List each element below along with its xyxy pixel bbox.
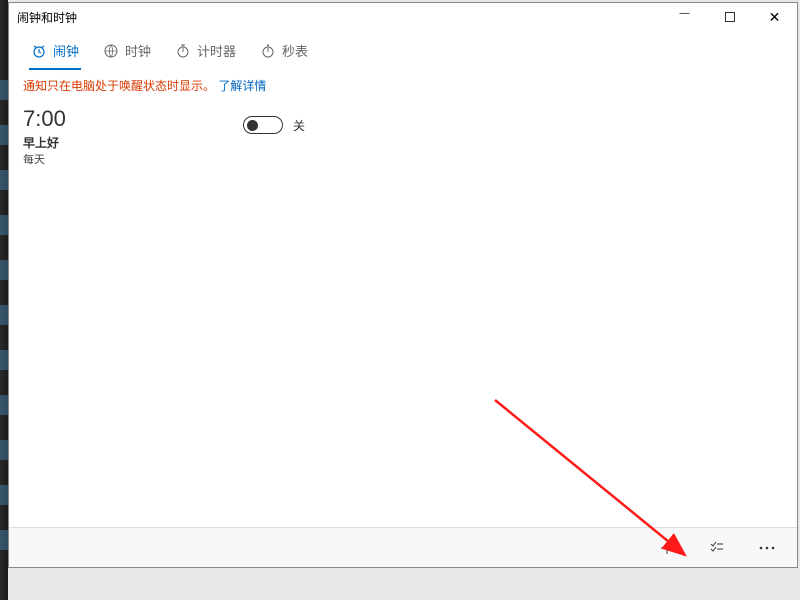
plus-icon bbox=[658, 539, 676, 557]
tab-stopwatch[interactable]: 秒表 bbox=[248, 31, 320, 70]
toggle-label: 关 bbox=[293, 117, 305, 134]
timer-icon bbox=[175, 43, 191, 59]
notice-bar: 通知只在电脑处于唤醒状态时显示。 了解详情 bbox=[9, 71, 797, 100]
select-icon bbox=[708, 539, 726, 557]
tab-label: 时钟 bbox=[125, 41, 151, 60]
tab-alarm[interactable]: 闹钟 bbox=[19, 31, 91, 70]
close-button[interactable]: ✕ bbox=[752, 3, 797, 31]
add-button[interactable] bbox=[651, 532, 683, 564]
alarm-repeat: 每天 bbox=[23, 151, 243, 167]
tab-clock[interactable]: 时钟 bbox=[91, 31, 163, 70]
alarm-icon bbox=[31, 43, 47, 59]
app-window: 闹钟和时钟 — ✕ 闹钟 时钟 计时器 bbox=[8, 2, 798, 568]
window-title: 闹钟和时钟 bbox=[17, 9, 662, 26]
minimize-button[interactable]: — bbox=[662, 3, 707, 31]
tab-label: 计时器 bbox=[197, 41, 236, 60]
tab-bar: 闹钟 时钟 计时器 秒表 bbox=[9, 31, 797, 71]
command-bar bbox=[9, 527, 797, 567]
maximize-button[interactable] bbox=[707, 3, 752, 31]
globe-icon bbox=[103, 43, 119, 59]
alarm-toggle[interactable] bbox=[243, 116, 283, 134]
titlebar: 闹钟和时钟 — ✕ bbox=[9, 3, 797, 31]
notice-text: 通知只在电脑处于唤醒状态时显示。 bbox=[23, 79, 215, 93]
alarm-title: 早上好 bbox=[23, 134, 243, 151]
desktop-left-edge bbox=[0, 0, 8, 600]
alarm-list: 7:00 早上好 每天 关 bbox=[9, 100, 797, 527]
tab-label: 秒表 bbox=[282, 41, 308, 60]
select-button[interactable] bbox=[701, 532, 733, 564]
more-icon bbox=[758, 545, 776, 551]
tab-timer[interactable]: 计时器 bbox=[163, 31, 248, 70]
tab-label: 闹钟 bbox=[53, 41, 79, 60]
notice-link[interactable]: 了解详情 bbox=[218, 79, 266, 93]
alarm-time: 7:00 bbox=[23, 106, 243, 132]
alarm-item[interactable]: 7:00 早上好 每天 关 bbox=[23, 100, 783, 173]
more-button[interactable] bbox=[751, 532, 783, 564]
stopwatch-icon bbox=[260, 43, 276, 59]
